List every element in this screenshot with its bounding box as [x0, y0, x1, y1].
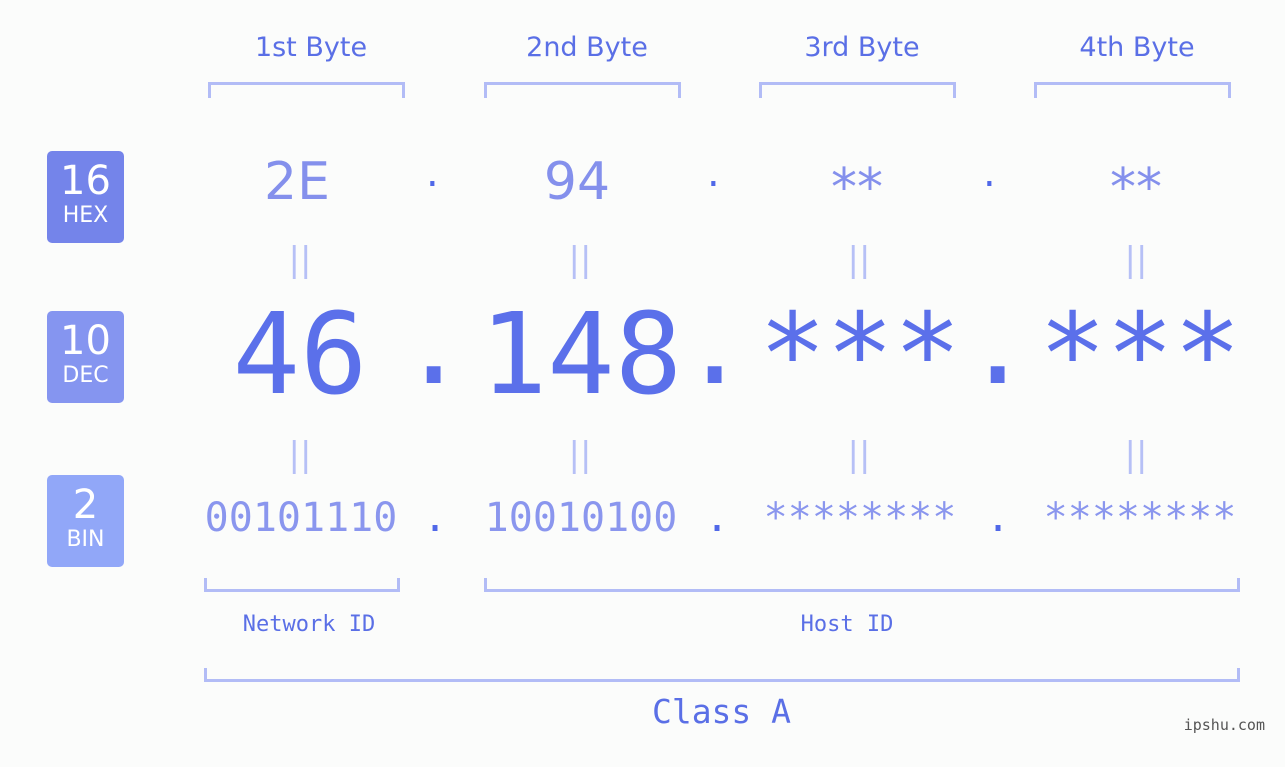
bin-separator-2: .	[705, 495, 730, 541]
network-id-label: Network ID	[242, 612, 376, 637]
hex-separator-2: .	[707, 150, 720, 196]
equals-sign: ||	[847, 240, 871, 280]
hex-value-1: 2E	[264, 152, 330, 212]
hex-badge: 16 HEX	[47, 151, 124, 243]
equals-sign: ||	[847, 435, 871, 475]
bin-value-3: ********	[763, 495, 957, 541]
hex-value-2: 94	[543, 152, 611, 212]
bin-separator-3: .	[986, 495, 1011, 541]
byte-header-3: 3rd Byte	[804, 32, 920, 63]
dec-value-2: 148	[479, 290, 683, 420]
equals-sign: ||	[568, 435, 592, 475]
byte-bracket-4	[1034, 82, 1231, 98]
dec-base-label: DEC	[62, 363, 109, 388]
dec-badge: 10 DEC	[47, 311, 124, 403]
hex-base-number: 16	[60, 158, 111, 204]
bin-base-label: BIN	[66, 527, 105, 552]
bin-badge: 2 BIN	[47, 475, 124, 567]
class-label: Class A	[651, 692, 792, 731]
byte-header-4: 4th Byte	[1079, 32, 1195, 63]
bin-base-number: 2	[72, 482, 99, 528]
hex-value-3: **	[831, 158, 883, 218]
byte-bracket-1	[208, 82, 405, 98]
bin-value-2: 10010100	[484, 495, 678, 541]
dec-value-3: ***	[758, 290, 962, 420]
equals-sign: ||	[288, 435, 312, 475]
network-id-bracket	[204, 578, 400, 592]
byte-bracket-2	[484, 82, 681, 98]
hex-separator-1: .	[426, 150, 439, 196]
dec-separator-2: .	[681, 280, 749, 410]
equals-sign: ||	[568, 240, 592, 280]
class-bracket	[204, 668, 1240, 682]
watermark: ipshu.com	[1183, 716, 1265, 734]
byte-header-2: 2nd Byte	[526, 32, 648, 63]
dec-separator-1: .	[400, 280, 468, 410]
host-id-label: Host ID	[800, 612, 894, 637]
dec-value-4: ***	[1038, 290, 1242, 420]
hex-separator-3: .	[983, 150, 996, 196]
hex-base-label: HEX	[62, 203, 109, 228]
equals-sign: ||	[288, 240, 312, 280]
bin-value-1: 00101110	[204, 495, 398, 541]
byte-header-1: 1st Byte	[254, 32, 368, 63]
dec-value-1: 46	[232, 290, 368, 420]
bin-separator-1: .	[423, 495, 448, 541]
byte-bracket-3	[759, 82, 956, 98]
equals-sign: ||	[1124, 240, 1148, 280]
dec-base-number: 10	[60, 318, 111, 364]
bin-value-4: ********	[1043, 495, 1237, 541]
dec-separator-3: .	[964, 280, 1032, 410]
equals-sign: ||	[1124, 435, 1148, 475]
host-id-bracket	[484, 578, 1240, 592]
hex-value-4: **	[1110, 158, 1162, 218]
